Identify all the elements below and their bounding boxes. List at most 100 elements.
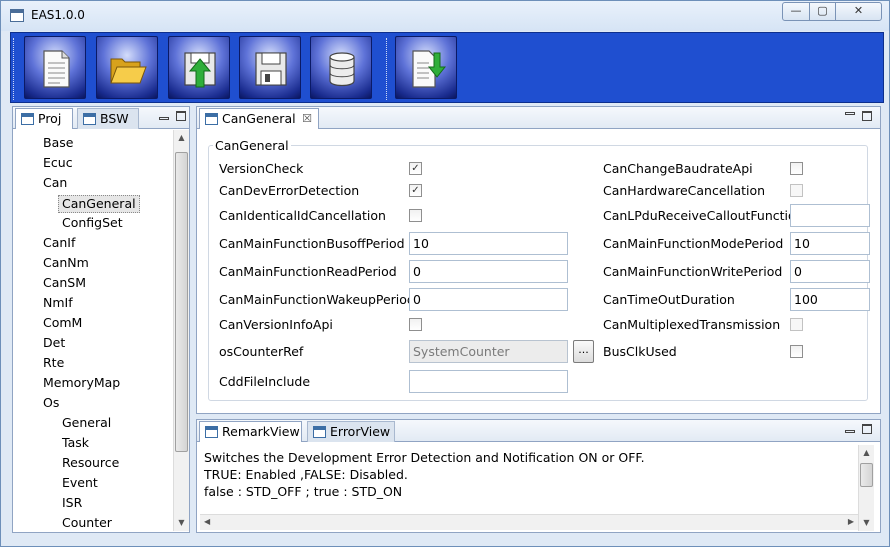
checkbox-canchangebaudrateapi[interactable] [790, 162, 803, 175]
tab-cangeneral[interactable]: CanGeneral ☒ [199, 108, 319, 129]
tree-item-os[interactable]: Os [43, 394, 59, 412]
remark-horizontal-scrollbar[interactable]: ◀ ▶ [200, 514, 858, 530]
field-canlpdureceivecalloutfunction[interactable] [790, 204, 870, 227]
tab-bsw-label: BSW [100, 111, 129, 126]
browse-button[interactable]: ... [573, 340, 594, 363]
scroll-up-arrow-icon[interactable]: ▲ [859, 445, 874, 461]
field-cantimeoutduration[interactable]: 100 [790, 288, 870, 311]
maximize-editor-icon[interactable] [862, 111, 872, 121]
tree-item-rte[interactable]: Rte [43, 354, 64, 372]
tree-item-cangeneral[interactable]: CanGeneral [58, 195, 140, 213]
view-icon [21, 113, 34, 125]
maximize-view-icon[interactable] [176, 111, 186, 121]
view-icon [205, 426, 218, 438]
scroll-up-arrow-icon[interactable]: ▲ [174, 130, 189, 146]
param-label-canmultiplexedtransmission: CanMultiplexedTransmission [603, 317, 781, 332]
window-title: EAS1.0.0 [31, 8, 85, 22]
scroll-down-arrow-icon[interactable]: ▼ [174, 515, 189, 531]
tree-item-resource[interactable]: Resource [62, 454, 119, 472]
field-canmainfunctionreadperiod[interactable]: 0 [409, 260, 568, 283]
param-label-canversioninfoapi: CanVersionInfoApi [219, 317, 333, 332]
tree-vertical-scrollbar[interactable]: ▲ ▼ [173, 130, 189, 531]
param-label-canhardwarecancellation: CanHardwareCancellation [603, 183, 766, 198]
editor-icon [205, 113, 218, 125]
tab-proj[interactable]: Proj [15, 108, 73, 129]
field-canmainfunctionmodeperiod[interactable]: 10 [790, 232, 870, 255]
tree-item-ecuc[interactable]: Ecuc [43, 154, 73, 172]
checkbox-canidenticalidcancellation[interactable] [409, 209, 422, 222]
import-button[interactable] [168, 36, 230, 99]
checkbox-canhardwarecancellation[interactable] [790, 184, 803, 197]
minimize-view-icon[interactable] [159, 117, 169, 120]
tree-item-nmif[interactable]: NmIf [43, 294, 73, 312]
save-button[interactable] [239, 36, 301, 99]
tree-item-can[interactable]: Can [43, 174, 67, 192]
project-panel: Proj BSW Base Ecuc Can CanGeneral ConfigSet C… [12, 106, 190, 533]
tab-close-icon[interactable]: ☒ [302, 109, 312, 128]
toolbar-separator [13, 38, 14, 100]
title-bar[interactable]: EAS1.0.0 — ▢ ✕ [1, 1, 889, 31]
checkbox-canversioninfoapi[interactable] [409, 318, 422, 331]
scroll-thumb[interactable] [860, 463, 873, 487]
field-canmainfunctionwriteperiod[interactable]: 0 [790, 260, 870, 283]
param-label-canmainfunctionbusoffperiod: CanMainFunctionBusoffPeriod [219, 236, 405, 251]
tree-item-counter[interactable]: Counter [62, 514, 112, 531]
tree-item-base[interactable]: Base [43, 134, 73, 152]
scroll-right-arrow-icon[interactable]: ▶ [848, 517, 854, 526]
param-label-cddfileinclude: CddFileInclude [219, 374, 311, 389]
param-label-canmainfunctionmodeperiod: CanMainFunctionModePeriod [603, 236, 784, 251]
field-cddfileinclude[interactable] [409, 370, 568, 393]
database-button[interactable] [310, 36, 372, 99]
param-label-canmainfunctionreadperiod: CanMainFunctionReadPeriod [219, 264, 397, 279]
tree-item-det[interactable]: Det [43, 334, 65, 352]
remark-vertical-scrollbar[interactable]: ▲ ▼ [858, 445, 874, 531]
checkbox-candeverrordetection[interactable]: ✓ [409, 184, 422, 197]
tab-bsw[interactable]: BSW [77, 108, 139, 129]
field-canmainfunctionbusoffperiod[interactable]: 10 [409, 232, 568, 255]
main-window: EAS1.0.0 — ▢ ✕ Proj BSW Base Ecuc Can Ca… [0, 0, 890, 547]
param-label-busclkused: BusClkUsed [603, 344, 677, 359]
tab-remarkview[interactable]: RemarkView [199, 421, 302, 442]
tree-item-cannm[interactable]: CanNm [43, 254, 89, 272]
editor-tabs: CanGeneral ☒ [197, 107, 880, 129]
open-button[interactable] [96, 36, 158, 99]
tree-item-canif[interactable]: CanIf [43, 234, 75, 252]
scroll-down-arrow-icon[interactable]: ▼ [859, 515, 874, 531]
tree-item-comm[interactable]: ComM [43, 314, 82, 332]
remark-line: false : STD_OFF ; true : STD_ON [204, 484, 403, 499]
tree-item-cansm[interactable]: CanSM [43, 274, 86, 292]
field-canmainfunctionwakeupperiod[interactable]: 0 [409, 288, 568, 311]
view-icon [83, 113, 96, 125]
param-label-cantimeoutduration: CanTimeOutDuration [603, 292, 735, 307]
new-button[interactable] [24, 36, 86, 99]
minimize-editor-icon[interactable] [845, 112, 855, 115]
checkbox-busclkused[interactable] [790, 345, 803, 358]
minimize-remark-icon[interactable] [845, 430, 855, 433]
tree-item-task[interactable]: Task [62, 434, 89, 452]
minimize-button[interactable]: — [782, 2, 810, 21]
tree-item-configset[interactable]: ConfigSet [62, 214, 123, 232]
scroll-thumb[interactable] [175, 152, 188, 452]
tree-item-event[interactable]: Event [62, 474, 98, 492]
close-button[interactable]: ✕ [835, 2, 882, 21]
open-folder-icon [110, 58, 147, 84]
generate-button[interactable] [395, 36, 457, 99]
tab-errorview[interactable]: ErrorView [307, 421, 395, 442]
tree-item-general[interactable]: General [62, 414, 111, 432]
tree-item-memorymap[interactable]: MemoryMap [43, 374, 120, 392]
checkbox-canmultiplexedtransmission[interactable] [790, 318, 803, 331]
checkbox-versioncheck[interactable]: ✓ [409, 162, 422, 175]
scroll-left-arrow-icon[interactable]: ◀ [204, 517, 210, 526]
param-label-oscounterref: osCounterRef [219, 344, 304, 359]
maximize-remark-icon[interactable] [862, 424, 872, 434]
view-icon [313, 426, 326, 438]
remark-panel-tabs: RemarkView ErrorView [197, 420, 880, 442]
param-label-canmainfunctionwakeupperiod: CanMainFunctionWakeupPeriod [219, 292, 415, 307]
toolbar-separator [386, 38, 387, 100]
import-upload-icon [184, 52, 216, 88]
module-tree: Base Ecuc Can CanGeneral ConfigSet CanIf CanNm… [14, 130, 184, 531]
param-label-canmainfunctionwriteperiod: CanMainFunctionWritePeriod [603, 264, 783, 279]
tree-item-isr[interactable]: ISR [62, 494, 82, 512]
maximize-button[interactable]: ▢ [809, 2, 836, 21]
app-window-icon [10, 9, 24, 22]
